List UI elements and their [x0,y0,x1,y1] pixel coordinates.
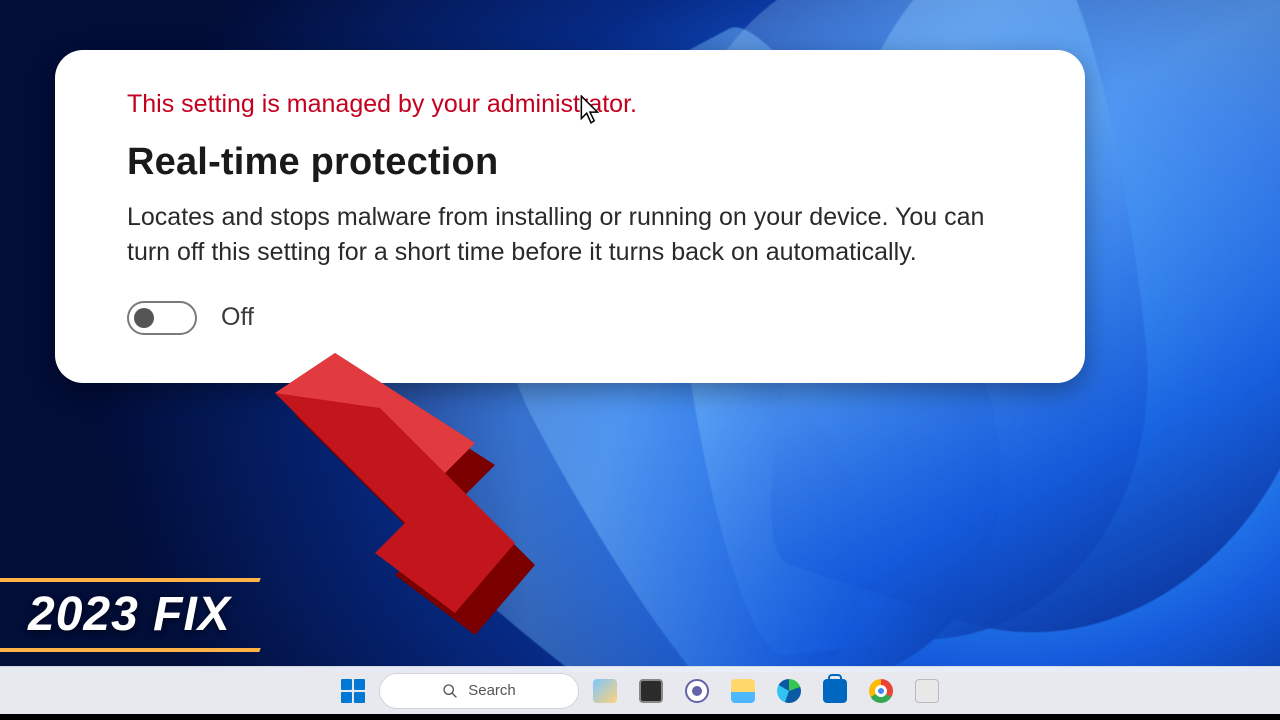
taskbar-search[interactable]: Search [379,673,579,709]
edge-icon [777,679,801,703]
taskbar-task-view[interactable] [631,671,671,711]
admin-managed-message: This setting is managed by your administ… [127,88,1033,121]
taskbar-chrome[interactable] [861,671,901,711]
taskbar-widgets[interactable] [585,671,625,711]
realtime-protection-toggle[interactable] [127,301,197,335]
toggle-knob [134,308,154,328]
taskbar-search-placeholder: Search [468,682,516,699]
store-icon [823,679,847,703]
app-icon [915,679,939,703]
chat-icon [685,679,709,703]
toggle-state-label: Off [221,303,254,332]
taskbar-chat[interactable] [677,671,717,711]
windows-logo-icon [341,679,365,703]
realtime-protection-card: This setting is managed by your administ… [55,50,1085,383]
chrome-icon [869,679,893,703]
start-button[interactable] [333,671,373,711]
taskbar-file-explorer[interactable] [723,671,763,711]
taskbar: Search [0,666,1280,714]
thumbnail-caption: 2023 FIX [28,587,231,642]
taskbar-app[interactable] [907,671,947,711]
taskbar-store[interactable] [815,671,855,711]
file-explorer-icon [731,679,755,703]
taskbar-edge[interactable] [769,671,809,711]
task-view-icon [639,679,663,703]
setting-description: Locates and stops malware from installin… [127,200,1027,271]
letterbox-bottom [0,714,1280,720]
widgets-icon [593,679,617,703]
setting-title: Real-time protection [127,141,1033,184]
toggle-row: Off [127,301,1033,335]
search-icon [442,683,458,699]
